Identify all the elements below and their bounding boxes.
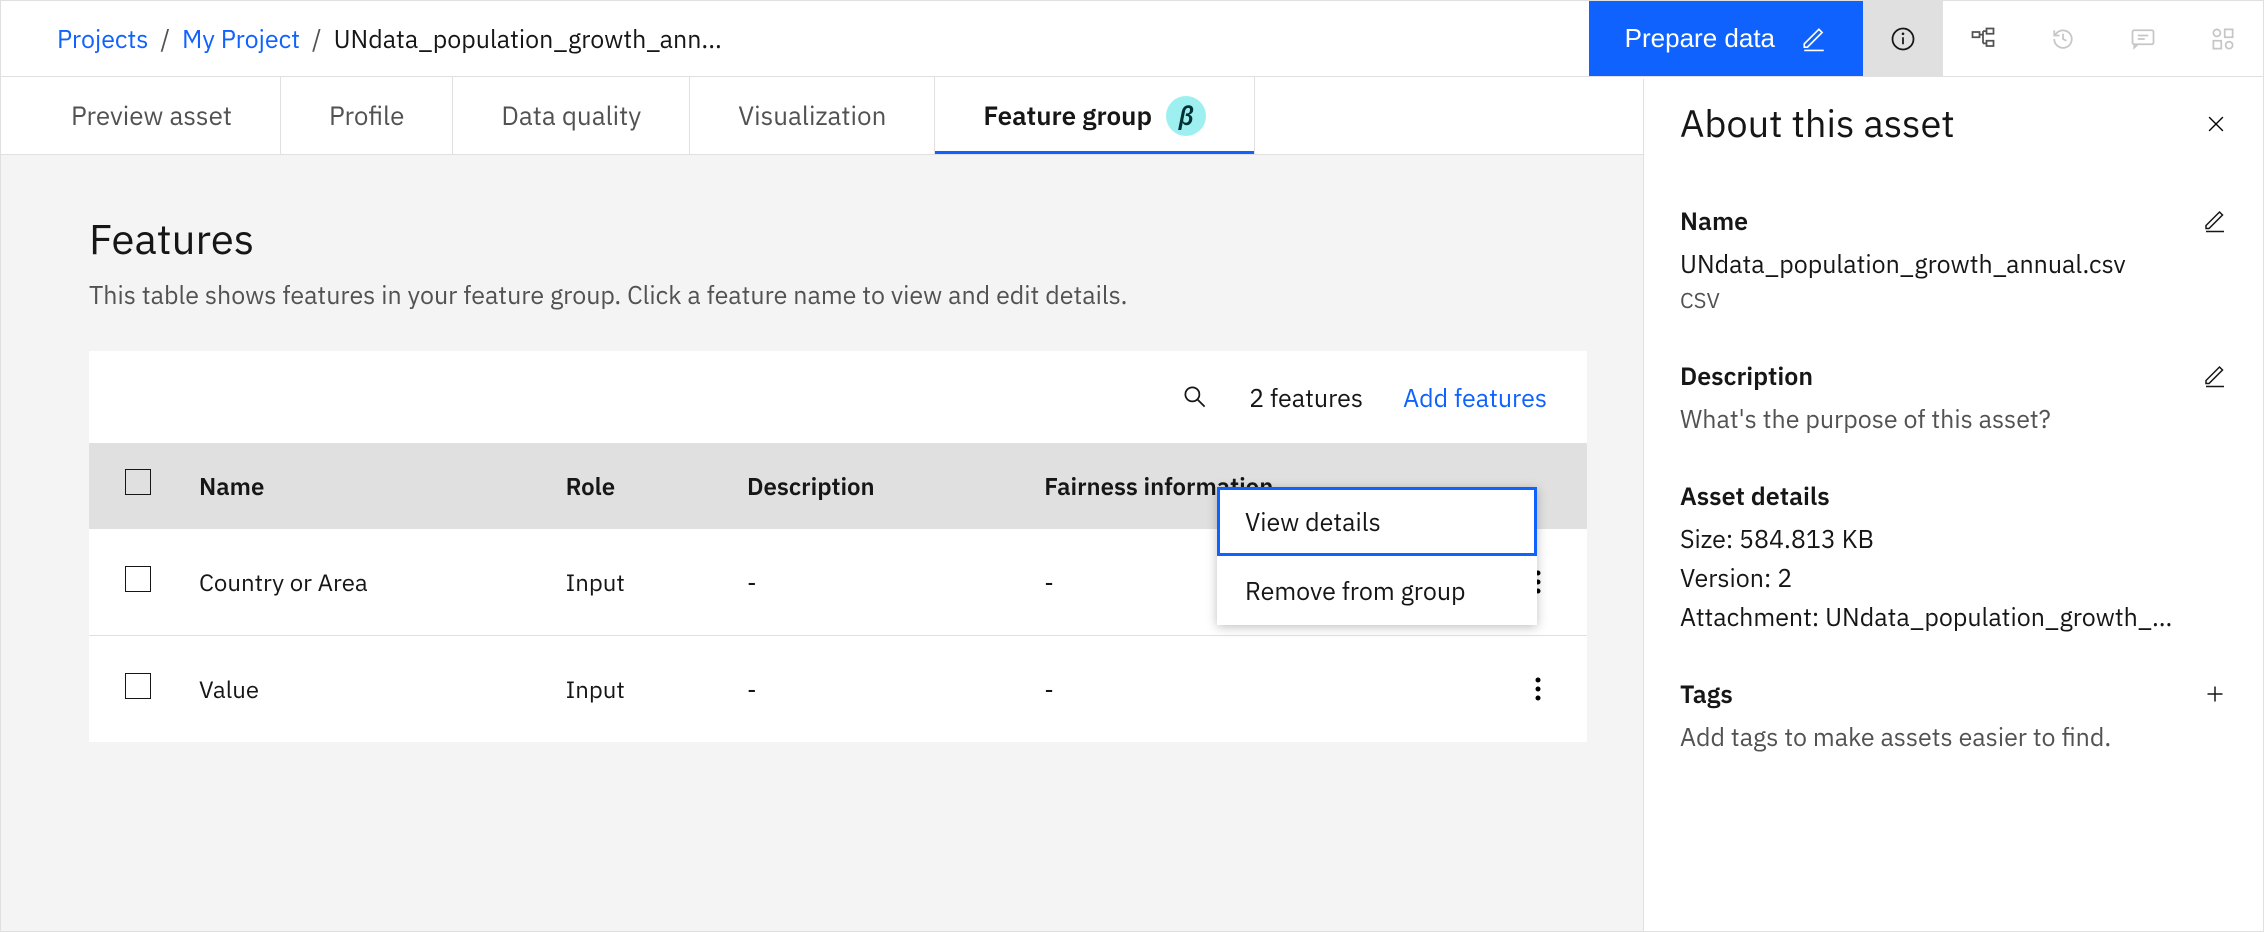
name-label: Name (1680, 204, 1748, 237)
col-name: Name (175, 443, 542, 529)
panel-asset-details-section: Asset details Size: 584.813 KB Version: … (1680, 479, 2227, 633)
table-row: Value Input - - (89, 636, 1587, 743)
prepare-data-button[interactable]: Prepare data (1589, 1, 1863, 76)
add-tag-icon[interactable] (2203, 682, 2227, 706)
breadcrumb: Projects / My Project / UNdata_populatio… (1, 1, 1589, 76)
feature-description: - (723, 636, 1020, 743)
asset-type: CSV (1680, 286, 2227, 315)
tab-visualization[interactable]: Visualization (690, 77, 935, 154)
tags-label: Tags (1680, 677, 1733, 710)
description-placeholder: What's the purpose of this asset? (1680, 402, 2227, 435)
asset-size: Size: 584.813 KB (1680, 522, 2227, 555)
tab-profile[interactable]: Profile (281, 77, 453, 154)
page-title: Features (89, 211, 1587, 266)
top-icon-bar (1863, 1, 2263, 76)
col-role: Role (542, 443, 723, 529)
close-icon[interactable] (2205, 113, 2227, 135)
edit-name-icon[interactable] (2203, 209, 2227, 233)
panel-name-section: Name UNdata_population_growth_annual.csv… (1680, 204, 2227, 315)
history-icon (2023, 1, 2103, 76)
search-icon[interactable] (1181, 383, 1209, 411)
comment-icon (2103, 1, 2183, 76)
table-toolbar: 2 features Add features (89, 351, 1587, 443)
menu-view-details[interactable]: View details (1217, 487, 1537, 556)
row-checkbox[interactable] (125, 673, 151, 699)
info-icon[interactable] (1863, 1, 1943, 76)
row-context-menu: View details Remove from group (1217, 487, 1537, 625)
page-subtitle: This table shows features in your featur… (89, 278, 1587, 311)
flow-icon[interactable] (1943, 1, 2023, 76)
asset-attachment: Attachment: UNdata_population_growth_... (1680, 600, 2227, 633)
tags-placeholder: Add tags to make assets easier to find. (1680, 720, 2227, 753)
edit-description-icon[interactable] (2203, 364, 2227, 388)
feature-role: Input (542, 636, 723, 743)
topbar: Projects / My Project / UNdata_populatio… (1, 1, 2263, 77)
prepare-data-label: Prepare data (1625, 23, 1775, 54)
description-label: Description (1680, 359, 1813, 392)
select-all-checkbox[interactable] (125, 469, 151, 495)
breadcrumb-current: UNdata_population_growth_ann... (334, 22, 722, 55)
tab-feature-group[interactable]: Feature group β (935, 77, 1255, 154)
tab-data-quality[interactable]: Data quality (453, 77, 690, 154)
panel-description-section: Description What's the purpose of this a… (1680, 359, 2227, 435)
feature-role: Input (542, 529, 723, 636)
asset-name: UNdata_population_growth_annual.csv (1680, 247, 2227, 280)
breadcrumb-projects[interactable]: Projects (57, 22, 148, 55)
menu-remove-from-group[interactable]: Remove from group (1217, 556, 1537, 625)
feature-name[interactable]: Value (175, 636, 542, 743)
breadcrumb-project[interactable]: My Project (182, 22, 300, 55)
row-overflow-menu[interactable] (1513, 664, 1563, 714)
asset-version: Version: 2 (1680, 561, 2227, 594)
feature-description: - (723, 529, 1020, 636)
add-features-link[interactable]: Add features (1403, 381, 1547, 414)
col-description: Description (723, 443, 1020, 529)
beta-badge: β (1166, 96, 1206, 136)
panel-tags-section: Tags Add tags to make assets easier to f… (1680, 677, 2227, 753)
asset-details-label: Asset details (1680, 479, 1830, 512)
edit-icon (1801, 26, 1827, 52)
row-checkbox[interactable] (125, 566, 151, 592)
feature-name[interactable]: Country or Area (175, 529, 542, 636)
tab-preview-asset[interactable]: Preview asset (1, 77, 281, 154)
about-panel: About this asset Name UNdata_population_… (1643, 79, 2263, 931)
apps-icon (2183, 1, 2263, 76)
feature-fairness: - (1020, 636, 1489, 743)
features-count: 2 features (1249, 381, 1363, 414)
panel-title: About this asset (1680, 99, 1955, 148)
